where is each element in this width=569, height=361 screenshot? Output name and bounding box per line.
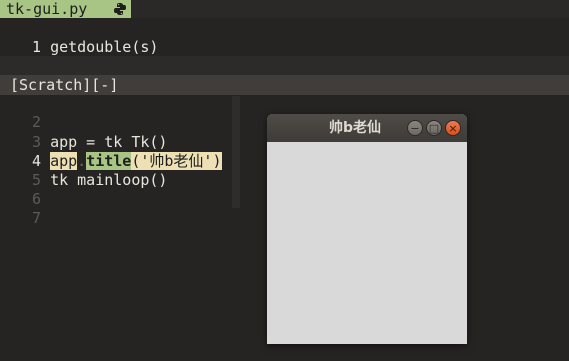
close-button[interactable]: × [445,120,461,136]
scroll-guide [232,96,240,208]
buffer-tab-label: tk-gui.py [6,0,88,18]
statusline-text: [Scratch][-] [10,76,119,94]
code-line[interactable]: 6 [0,171,50,208]
code-line[interactable]: 7 [0,190,50,227]
minimize-button[interactable]: − [407,120,423,136]
maximize-button[interactable]: □ [426,120,442,136]
window-title: 帅b老仙 [329,120,382,136]
tk-window[interactable]: 帅b老仙 − □ × [267,114,467,344]
code-line[interactable]: 1 getdouble(s) [0,19,158,56]
window-titlebar[interactable]: 帅b老仙 − □ × [267,114,467,142]
tabline-fill [131,0,569,18]
line-number: 7 [32,209,42,227]
code-text: tk mainloop() [50,171,168,189]
code-line-current[interactable]: 4 app.title('帅b老仙') [0,133,222,170]
buffer-tab[interactable]: tk-gui.py [0,0,131,18]
close-icon: × [448,121,458,135]
code-text: getdouble(s) [50,38,159,56]
python-icon [114,3,126,15]
statusline: [Scratch][-] [0,75,569,95]
window-body[interactable] [267,142,467,344]
separator-band [0,56,569,76]
maximize-icon: □ [428,121,440,135]
code-line[interactable]: 3 app = tk Tk() [0,114,167,151]
tabline: tk-gui.py [0,0,569,18]
code-line[interactable]: 2 [0,94,50,131]
minimize-icon: − [410,121,420,135]
code-token-paren-close: ) [212,152,222,170]
code-line[interactable]: 5 tk mainloop() [0,152,167,189]
code-line[interactable]: 2 [0,38,61,75]
